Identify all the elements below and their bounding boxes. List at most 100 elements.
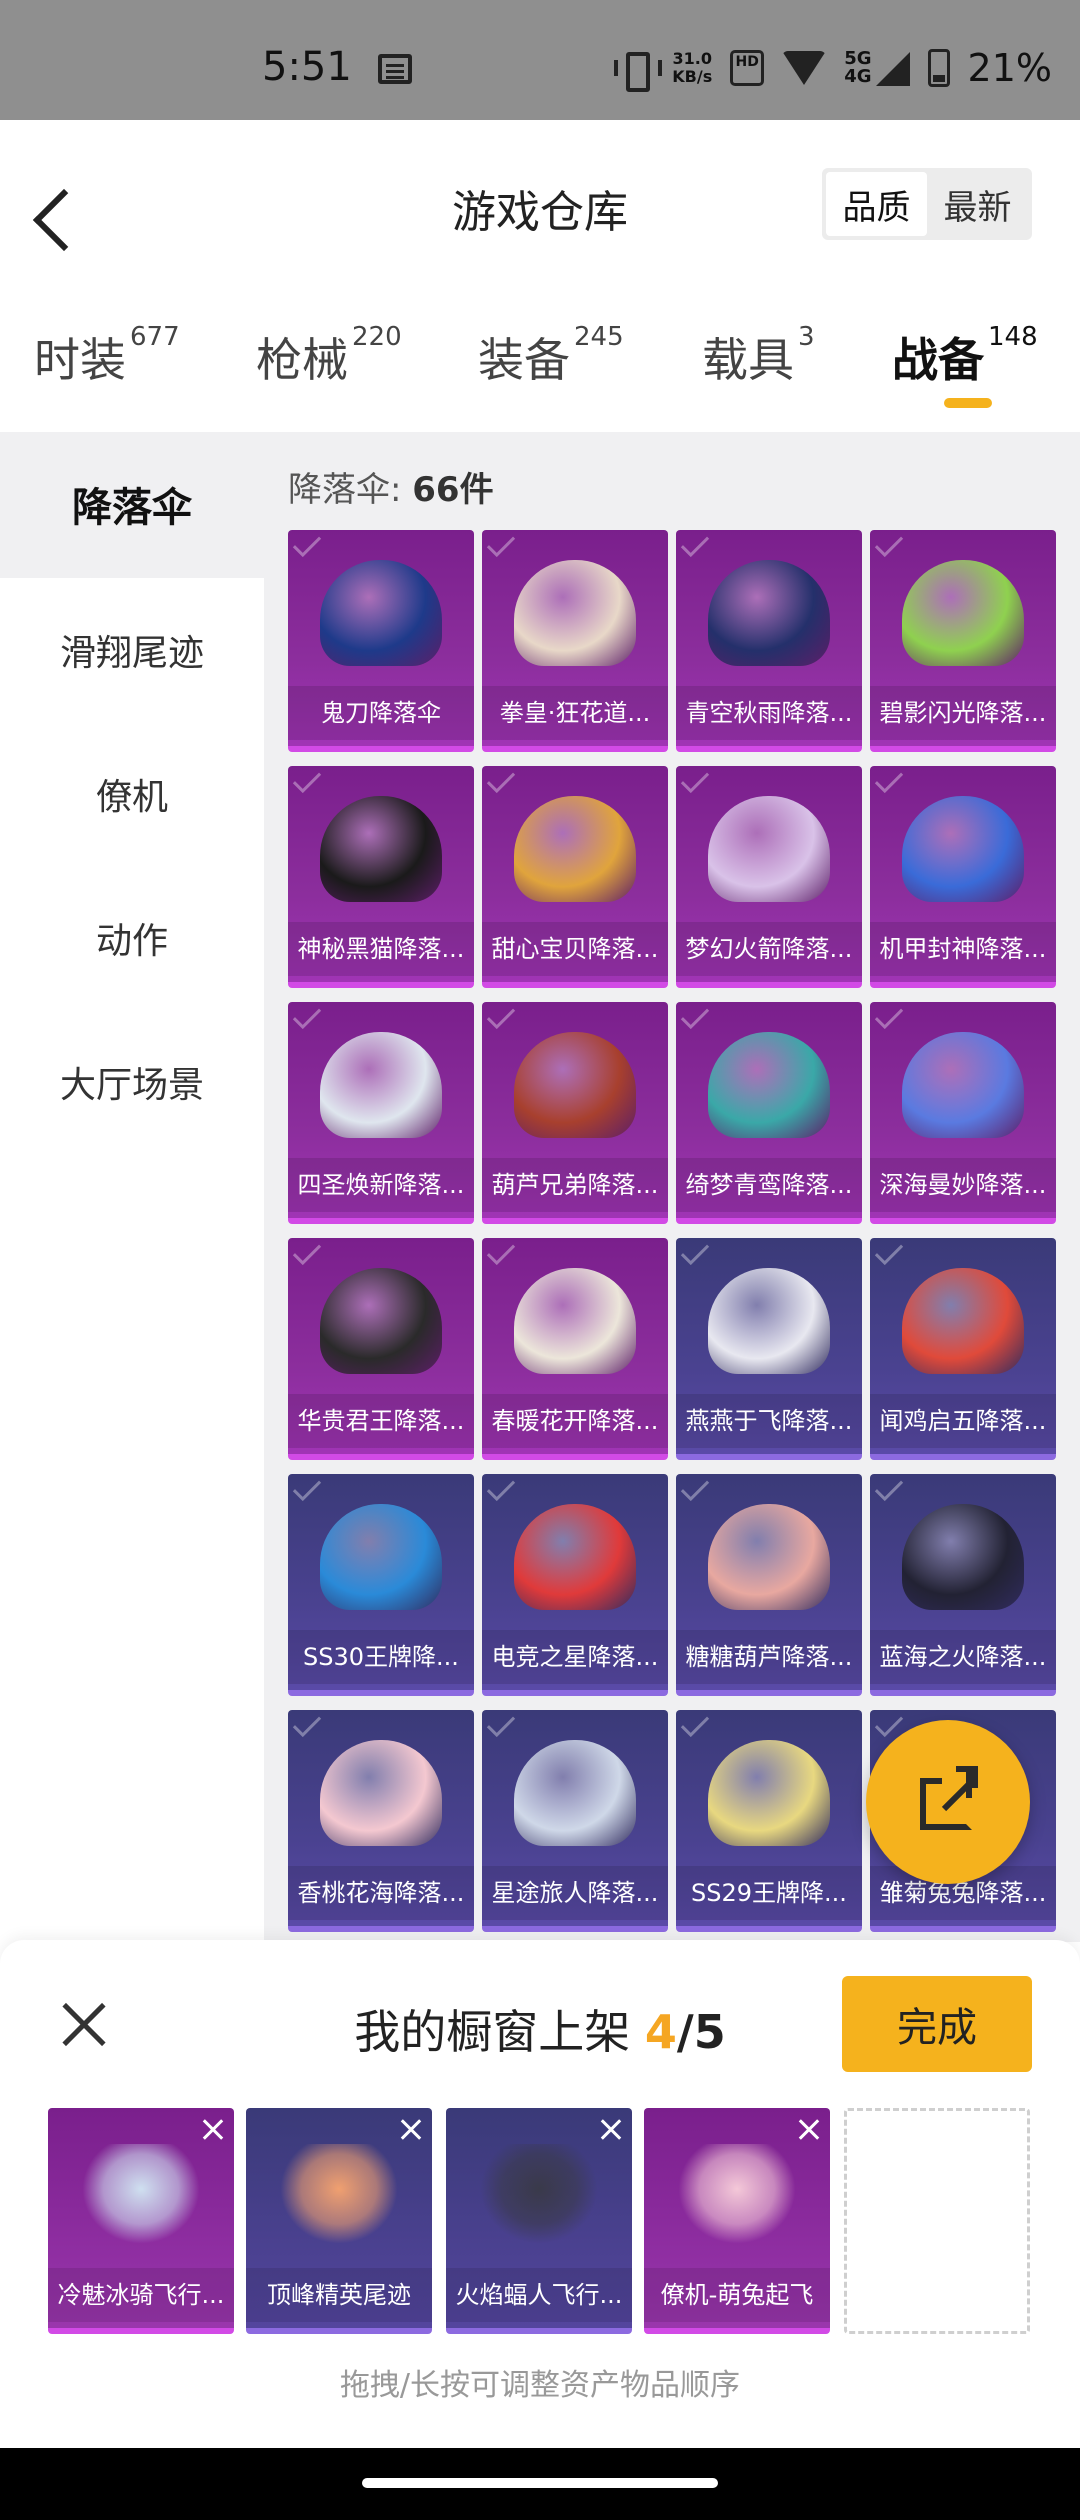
tab-tactical[interactable]: 战备 148 [892,322,1038,390]
parachute-image [514,1032,636,1138]
select-check-icon [486,1474,516,1502]
select-check-icon [486,1710,516,1738]
item-name: 碧影闪光降落... [870,686,1056,740]
tab-fashion[interactable]: 时装 677 [34,322,180,390]
item-card[interactable]: 甜心宝贝降落... [482,766,668,988]
select-check-icon [292,530,322,558]
category-tabs: 时装 677 枪械 220 装备 245 载具 3 战备 148 [0,290,1080,430]
status-time: 5:51 [262,44,352,90]
select-check-icon [486,766,516,794]
select-check-icon [874,1710,904,1738]
showcase-slot[interactable]: 顶峰精英尾迹 [246,2108,432,2334]
item-card[interactable]: 鬼刀降落伞 [288,530,474,752]
parachute-image [514,796,636,902]
done-button[interactable]: 完成 [842,1976,1032,2072]
sidebar-item-glide-trail[interactable]: 滑翔尾迹 [0,578,264,722]
item-name: 神秘黑猫降落... [288,922,474,976]
item-card[interactable]: 梦幻火箭降落... [676,766,862,988]
item-name: 深海曼妙降落... [870,1158,1056,1212]
select-check-icon [680,766,710,794]
item-card[interactable]: 神秘黑猫降落... [288,766,474,988]
item-card[interactable]: 春暖花开降落... [482,1238,668,1460]
item-name: SS30王牌降... [288,1630,474,1684]
remove-icon[interactable] [200,2116,226,2142]
select-check-icon [292,1710,322,1738]
tab-vehicles[interactable]: 载具 3 [702,322,815,390]
status-bar: 5:51 31.0 KB/s HD 5G 4G 21% [0,0,1080,120]
battery-percent: 21% [967,46,1052,90]
parachute-image [320,1740,442,1846]
sidebar-item-wingman[interactable]: 僚机 [0,722,264,866]
parachute-image [708,1032,830,1138]
tab-firearms[interactable]: 枪械 220 [256,322,402,390]
item-card[interactable]: 星途旅人降落... [482,1710,668,1932]
select-check-icon [486,530,516,558]
empty-slot[interactable] [844,2108,1030,2334]
item-image [678,2144,796,2244]
parachute-image [708,796,830,902]
sidebar-item-emote[interactable]: 动作 [0,866,264,1010]
parachute-image [514,1740,636,1846]
showcase-panel: 我的橱窗上架 4/5 完成 冷魅冰骑飞行... 顶峰精英尾迹 火焰蝠人飞行... 僚机… [0,1940,1080,2448]
item-name: 葫芦兄弟降落... [482,1158,668,1212]
item-card[interactable]: 碧影闪光降落... [870,530,1056,752]
remove-icon[interactable] [796,2116,822,2142]
item-card[interactable]: 青空秋雨降落... [676,530,862,752]
item-name: 绮梦青鸾降落... [676,1158,862,1212]
showcase-slot[interactable]: 冷魅冰骑飞行... [48,2108,234,2334]
navigation-bar [0,2448,1080,2520]
select-check-icon [874,766,904,794]
sidebar-item-parachute[interactable]: 降落伞 [0,432,264,576]
item-card[interactable]: 电竞之星降落... [482,1474,668,1696]
parachute-image [514,1504,636,1610]
reorder-hint: 拖拽/长按可调整资产物品顺序 [339,2368,741,2403]
item-card[interactable]: 拳皇·狂花道... [482,530,668,752]
remove-icon[interactable] [598,2116,624,2142]
item-name: 蓝海之火降落... [870,1630,1056,1684]
item-card[interactable]: 深海曼妙降落... [870,1002,1056,1224]
sort-quality-button[interactable]: 品质 [826,172,927,236]
item-name: 闻鸡启五降落... [870,1394,1056,1448]
slot-item-name: 冷魅冰骑飞行... [48,2268,234,2322]
item-card[interactable]: 绮梦青鸾降落... [676,1002,862,1224]
select-check-icon [292,1474,322,1502]
vibrate-icon [614,50,663,92]
item-name: 拳皇·狂花道... [482,686,668,740]
select-check-icon [292,766,322,794]
item-card[interactable]: 闻鸡启五降落... [870,1238,1056,1460]
select-check-icon [874,1238,904,1266]
remove-icon[interactable] [398,2116,424,2142]
item-name: 甜心宝贝降落... [482,922,668,976]
item-card[interactable]: SS30王牌降... [288,1474,474,1696]
active-tab-indicator [944,398,992,408]
parachute-image [902,1504,1024,1610]
item-card[interactable]: 葫芦兄弟降落... [482,1002,668,1224]
item-card[interactable]: 燕燕于飞降落... [676,1238,862,1460]
home-gesture-bar[interactable] [362,2478,718,2488]
item-card[interactable]: 蓝海之火降落... [870,1474,1056,1696]
item-card[interactable]: 香桃花海降落... [288,1710,474,1932]
item-card[interactable]: 糖糖葫芦降落... [676,1474,862,1696]
item-card[interactable]: 华贵君王降落... [288,1238,474,1460]
sort-newest-button[interactable]: 最新 [927,172,1028,236]
slot-item-name: 顶峰精英尾迹 [246,2268,432,2322]
parachute-image [902,1268,1024,1374]
signal-icon: 5G 4G [844,50,910,86]
showcase-slot[interactable]: 火焰蝠人飞行... [446,2108,632,2334]
item-card[interactable]: SS29王牌降... [676,1710,862,1932]
share-button[interactable] [866,1720,1030,1884]
parachute-image [514,560,636,666]
item-card[interactable]: 四圣焕新降落... [288,1002,474,1224]
item-card[interactable]: 机甲封神降落... [870,766,1056,988]
status-icons: 31.0 KB/s HD 5G 4G 21% [614,46,1052,92]
sidebar-item-lobby-scene[interactable]: 大厅场景 [0,1010,264,1154]
slot-item-name: 火焰蝠人飞行... [446,2268,632,2322]
select-check-icon [874,530,904,558]
showcase-slot[interactable]: 僚机-萌兔起飞 [644,2108,830,2334]
parachute-image [902,796,1024,902]
hd-icon: HD [730,50,765,86]
select-check-icon [486,1238,516,1266]
item-name: 电竞之星降落... [482,1630,668,1684]
tab-equipment[interactable]: 装备 245 [478,322,624,390]
parachute-image [320,1504,442,1610]
